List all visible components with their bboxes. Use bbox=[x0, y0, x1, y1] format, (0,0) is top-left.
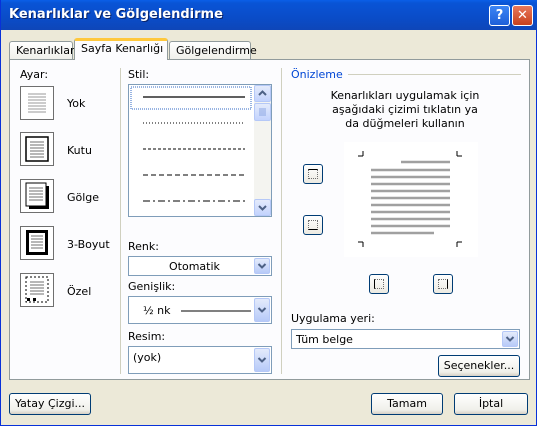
color-value: Otomatik bbox=[169, 260, 220, 273]
preview-diagram[interactable] bbox=[344, 142, 478, 257]
left-border-button[interactable] bbox=[369, 274, 389, 294]
apply-to-combo[interactable]: Tüm belge bbox=[291, 329, 520, 349]
preview-page-icon bbox=[358, 151, 462, 247]
style-heading: Stil: bbox=[128, 68, 150, 81]
setting-custom-label[interactable]: Özel bbox=[67, 285, 91, 298]
setting-3d-icon[interactable] bbox=[20, 226, 54, 260]
width-combo[interactable]: ½ nk bbox=[128, 296, 272, 324]
scroll-up-button[interactable] bbox=[254, 85, 271, 102]
preview-instructions: Kenarlıkları uygulamak için aşağıdaki çi… bbox=[330, 89, 480, 130]
width-line-preview bbox=[181, 310, 251, 312]
settings-heading: Ayar: bbox=[20, 68, 49, 81]
cancel-button[interactable]: İptal bbox=[454, 393, 528, 415]
setting-box-label[interactable]: Kutu bbox=[67, 144, 92, 157]
ok-button[interactable]: Tamam bbox=[371, 393, 443, 415]
settings-separator bbox=[120, 68, 121, 374]
help-button[interactable]: ? bbox=[489, 5, 510, 26]
top-border-button[interactable] bbox=[303, 164, 323, 184]
style-separator bbox=[281, 68, 282, 374]
bottom-border-button[interactable] bbox=[303, 215, 323, 235]
dialog-window: Kenarlıklar ve Gölgelendirme ? ✕ Kenarlı… bbox=[0, 0, 537, 426]
line-style-options bbox=[130, 86, 252, 202]
horizontal-line-button[interactable]: Yatay Çizgi... bbox=[9, 393, 91, 415]
chevron-down-icon[interactable] bbox=[254, 348, 270, 372]
border-bottom-icon bbox=[308, 220, 318, 230]
setting-none-label[interactable]: Yok bbox=[67, 97, 85, 110]
scroll-down-button[interactable] bbox=[254, 199, 271, 216]
style-listbox[interactable] bbox=[128, 84, 272, 217]
page-border-panel: Ayar: Yok Kutu Gölge 3-Boyut Özel Stil: bbox=[9, 59, 530, 380]
setting-shadow-label[interactable]: Gölge bbox=[67, 191, 99, 204]
window-title: Kenarlıklar ve Gölgelendirme bbox=[9, 7, 223, 22]
chevron-down-icon[interactable] bbox=[254, 258, 270, 274]
right-border-button[interactable] bbox=[433, 274, 453, 294]
color-combo[interactable]: Otomatik bbox=[128, 256, 272, 276]
setting-shadow-icon[interactable] bbox=[20, 179, 54, 213]
scroll-thumb[interactable] bbox=[254, 103, 271, 121]
options-button[interactable]: Seçenekler... bbox=[438, 355, 520, 377]
setting-box-icon[interactable] bbox=[20, 132, 54, 166]
art-value: (yok) bbox=[133, 351, 162, 364]
art-label: Resim: bbox=[128, 330, 166, 343]
width-label: Genişlik: bbox=[128, 280, 176, 293]
tab-borders[interactable]: Kenarlıklar bbox=[9, 41, 74, 59]
border-right-icon bbox=[438, 279, 448, 289]
preview-heading: Önizleme bbox=[291, 68, 343, 81]
color-label: Renk: bbox=[128, 240, 159, 253]
art-combo[interactable]: (yok) bbox=[128, 346, 272, 374]
apply-to-value: Tüm belge bbox=[296, 333, 353, 346]
tab-shading[interactable]: Gölgelendirme bbox=[169, 41, 257, 59]
apply-to-label: Uygulama yeri: bbox=[291, 312, 375, 325]
chevron-down-icon[interactable] bbox=[502, 331, 518, 347]
width-value: ½ nk bbox=[143, 304, 171, 317]
style-scrollbar[interactable] bbox=[254, 85, 271, 216]
setting-custom-icon[interactable] bbox=[20, 273, 54, 307]
preview-heading-rule bbox=[348, 74, 521, 75]
chevron-down-icon[interactable] bbox=[254, 298, 270, 322]
tab-page-border[interactable]: Sayfa Kenarlığı bbox=[74, 38, 168, 60]
setting-none-icon[interactable] bbox=[20, 86, 54, 120]
title-bar[interactable]: Kenarlıklar ve Gölgelendirme ? ✕ bbox=[1, 0, 537, 30]
border-left-icon bbox=[374, 279, 384, 289]
close-button[interactable]: ✕ bbox=[512, 5, 533, 26]
setting-3d-label[interactable]: 3-Boyut bbox=[67, 238, 110, 251]
border-top-icon bbox=[308, 169, 318, 179]
